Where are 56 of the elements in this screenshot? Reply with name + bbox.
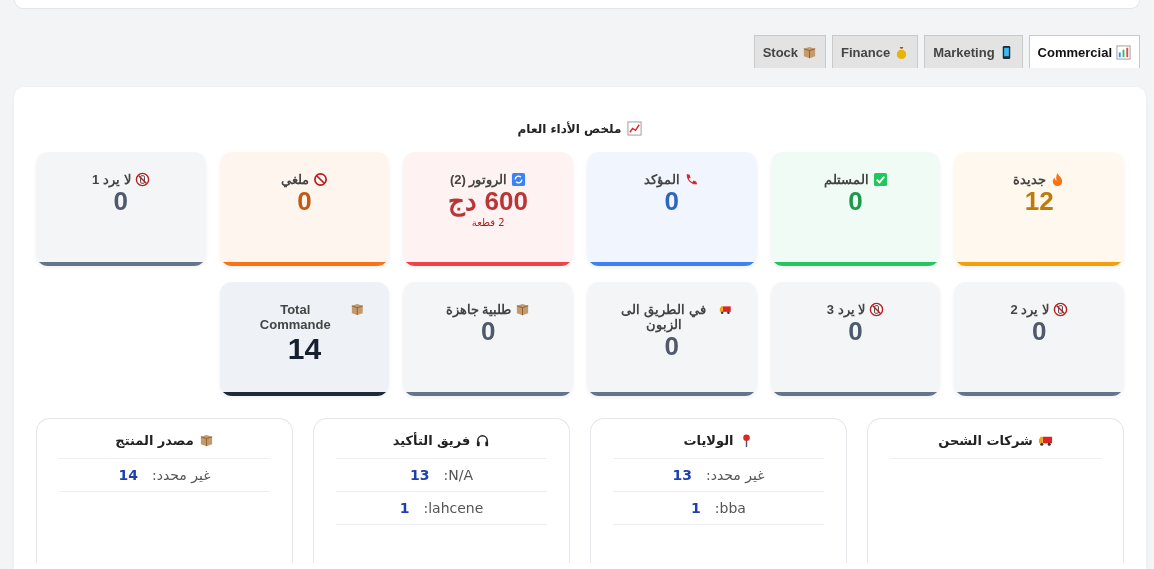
phone-icon	[684, 172, 700, 187]
row-label: غير محدد:	[705, 467, 765, 483]
stat-value: 12	[1024, 187, 1054, 217]
stat-label: لا يرد 3	[826, 302, 866, 317]
no-phone-icon	[1052, 302, 1068, 317]
refresh-icon	[511, 172, 527, 187]
row-count: 14	[118, 467, 138, 483]
tab[interactable]: Finance	[832, 35, 919, 68]
row-label: lahcene:	[423, 500, 484, 516]
row-count: 13	[410, 467, 430, 483]
stat-value: 14	[287, 332, 322, 367]
stat-label: ملغي	[281, 172, 309, 187]
row-label: غير محدد:	[151, 467, 211, 483]
stat-value: 0	[664, 332, 680, 362]
stat-value: 0	[297, 187, 312, 217]
stat-label: المؤكد	[644, 172, 681, 187]
row-count: 13	[672, 467, 692, 483]
check-icon	[872, 172, 888, 187]
stat-value: 0	[848, 317, 863, 347]
stat-label: لا يرد 2	[1010, 302, 1049, 317]
stat-label: المستلم	[823, 172, 869, 187]
card-title: فريق التأكيد	[392, 433, 471, 448]
stat-note: 2 قطعة	[471, 216, 505, 228]
stat-value: 0	[113, 187, 129, 217]
stat-value: 0	[480, 317, 496, 347]
stat-value: 0	[1031, 317, 1047, 347]
prohibited-icon	[313, 172, 328, 187]
card-title: الولايات	[683, 433, 734, 448]
box-icon	[515, 302, 531, 317]
headphones-icon	[475, 433, 491, 448]
stat-label: في الطريق الى الزبون	[620, 302, 707, 332]
stat-value: 0	[664, 187, 680, 217]
section-title: ملخص الأداء العام	[517, 121, 622, 136]
row-count: 1	[399, 500, 410, 516]
stat-label: الروتور (2)	[449, 172, 508, 187]
chart-icon	[627, 121, 643, 136]
card-title: شركات الشحن	[938, 433, 1033, 448]
box-icon	[802, 44, 818, 60]
stat-label: جديدة	[1013, 172, 1047, 187]
stat-label: طلبية جاهزة	[445, 302, 512, 317]
stat-label: لا يرد 1	[92, 172, 131, 187]
no-phone-icon	[134, 172, 150, 187]
no-phone-icon	[869, 302, 885, 317]
box-icon	[349, 302, 365, 317]
tab[interactable]: Marketing	[924, 35, 1023, 68]
row-label: bba:	[714, 500, 746, 516]
box-icon	[198, 433, 214, 448]
card-title: مصدر المنتج	[115, 433, 194, 448]
bar-chart-icon	[1116, 44, 1131, 60]
tab[interactable]: Stock	[753, 35, 827, 68]
row-label: N/A:	[443, 467, 473, 483]
stat-label: Total Commande	[258, 302, 332, 332]
stat-value: 0	[848, 187, 863, 217]
stat-value: 600 دج	[448, 187, 528, 217]
tab[interactable]: Commercial	[1028, 35, 1140, 68]
row-count: 1	[691, 500, 701, 516]
